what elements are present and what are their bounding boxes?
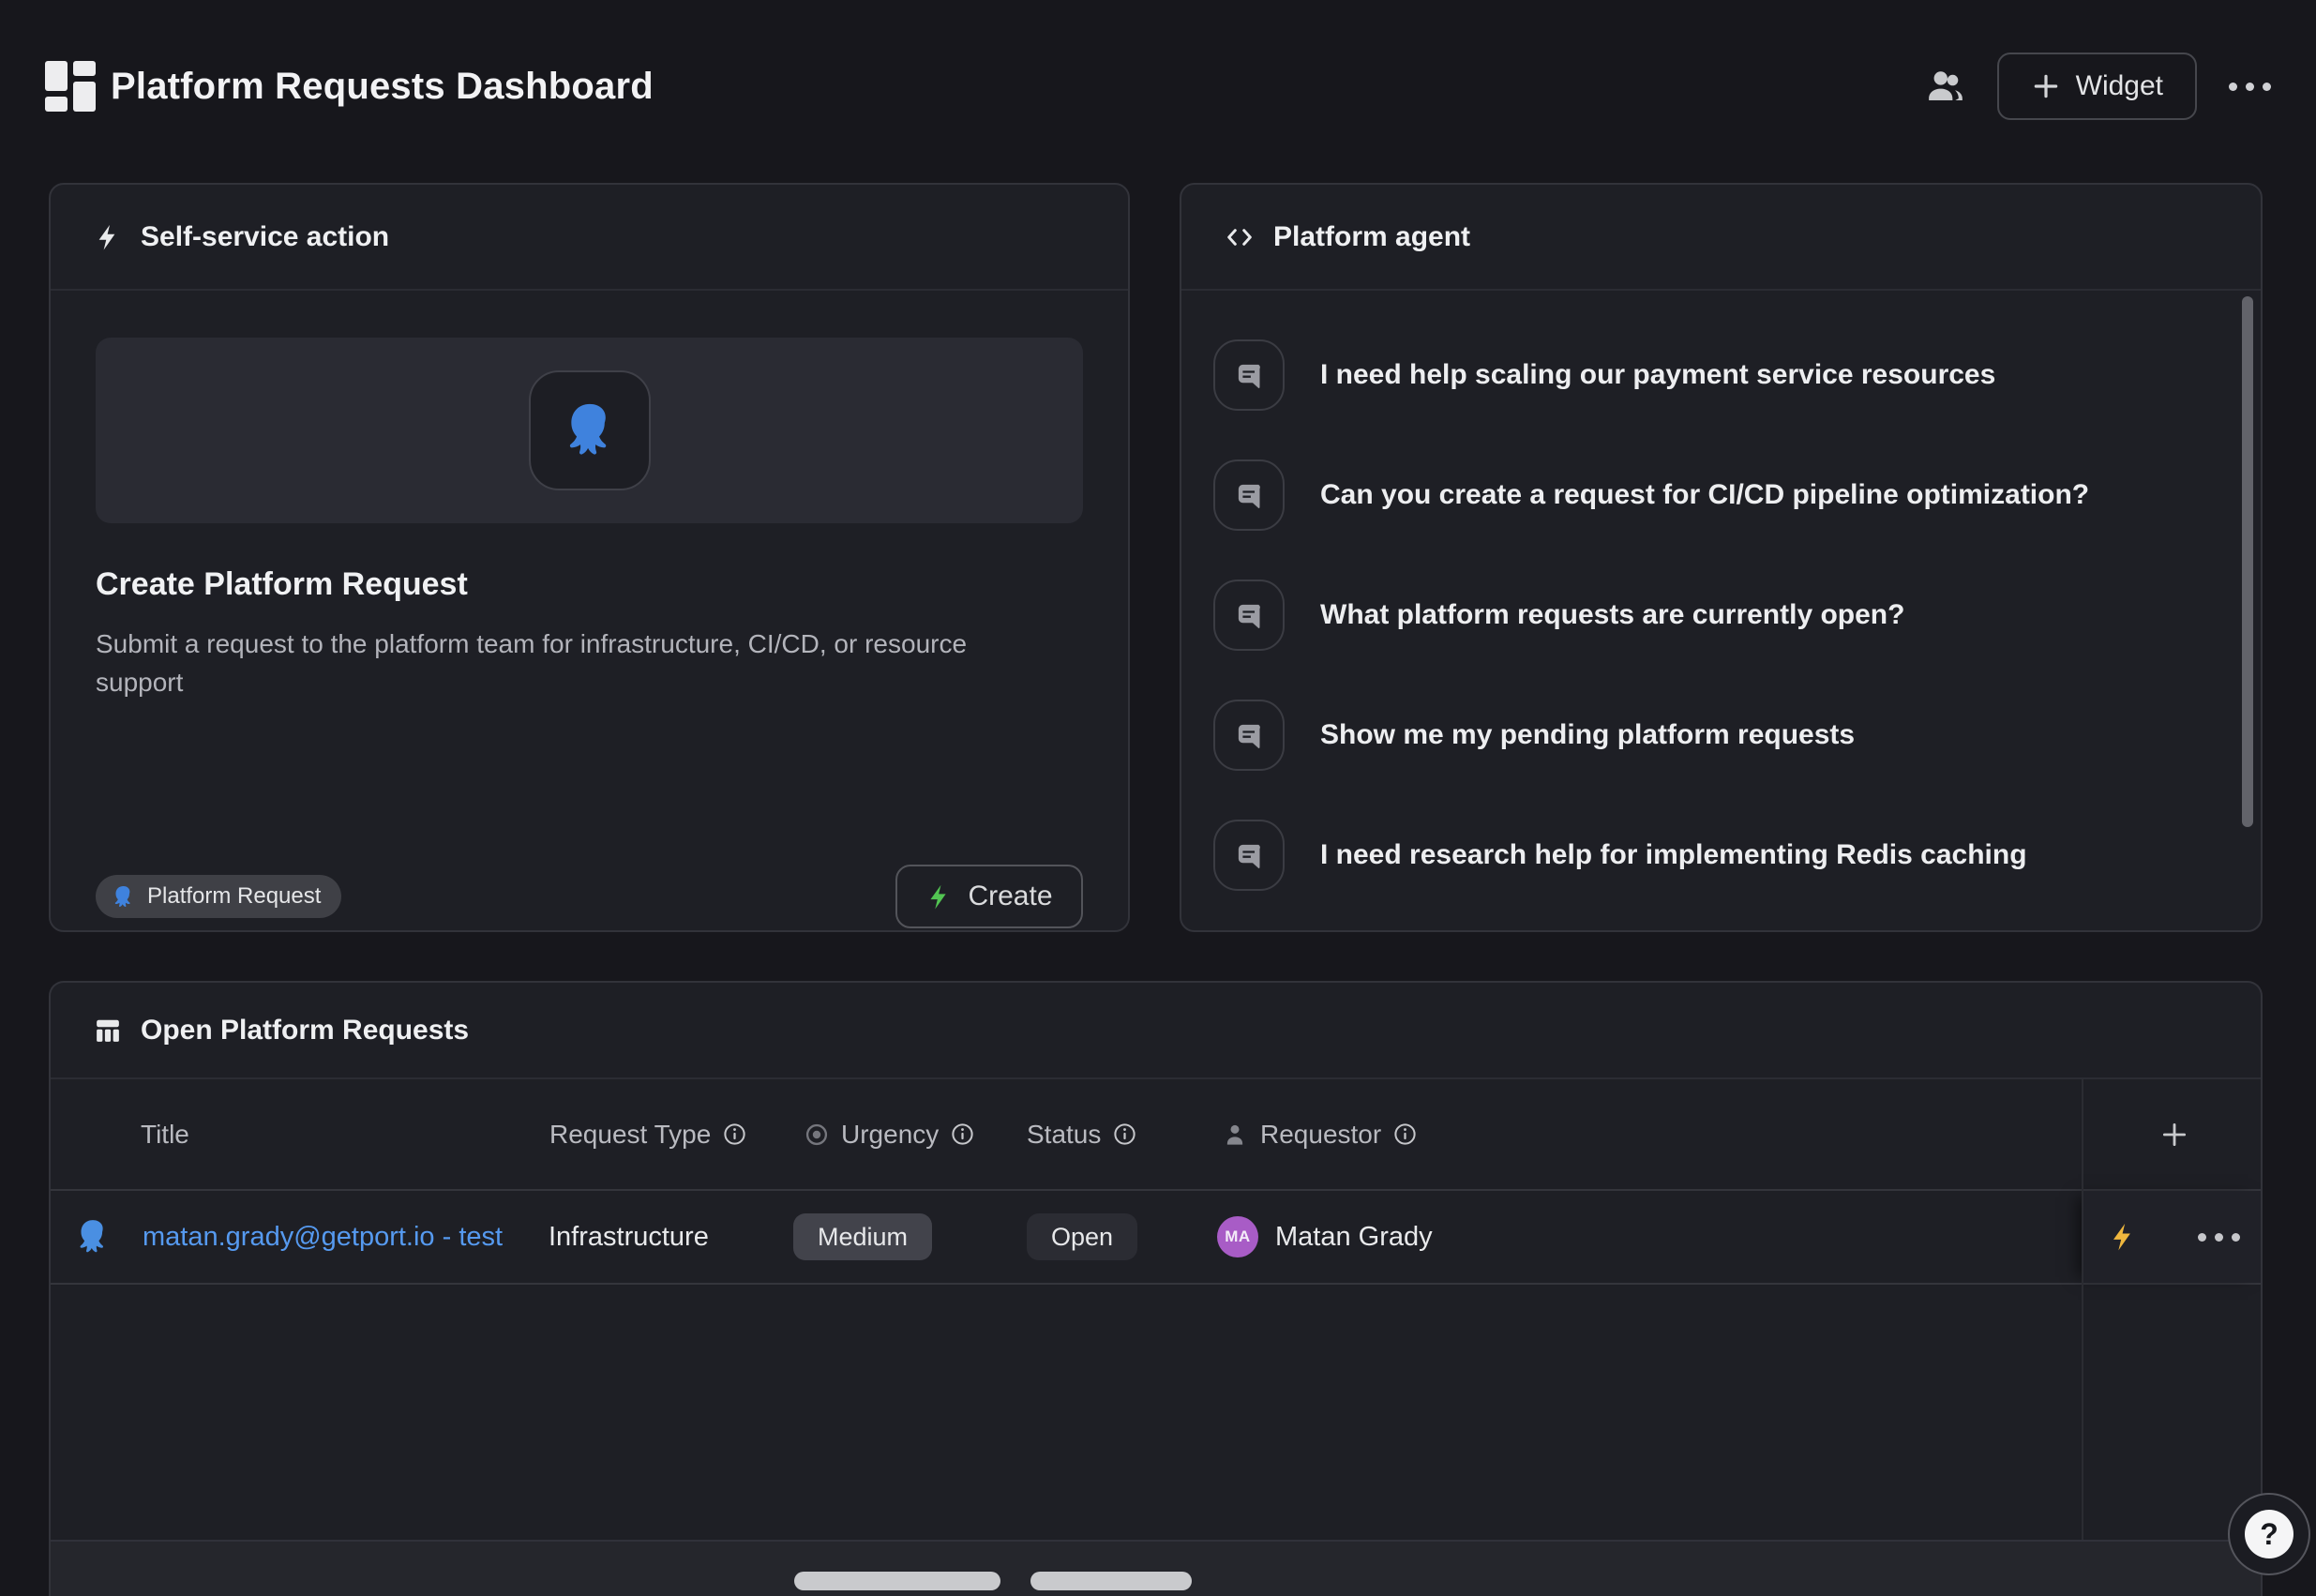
agent-scrollbar[interactable] — [2242, 296, 2253, 827]
lightning-icon — [94, 223, 122, 251]
agent-suggestion-text: What platform requests are currently ope… — [1320, 599, 1904, 631]
table-header-row: Title Request Type Urgency — [51, 1079, 2261, 1191]
self-service-action-card: Self-service action Create Platform Requ… — [49, 183, 1130, 932]
agent-suggestion-text: I need help scaling our payment service … — [1320, 359, 1995, 391]
table-icon — [94, 1016, 122, 1045]
dashboard-icon — [45, 61, 96, 112]
row-actions-cell — [2083, 1191, 2263, 1283]
column-header-urgency[interactable]: Urgency — [804, 1079, 975, 1189]
platform-agent-card-title: Platform agent — [1273, 221, 1470, 253]
column-label: Title — [141, 1120, 189, 1150]
chat-bubble-icon — [1213, 580, 1285, 651]
run-action-button[interactable] — [2108, 1222, 2138, 1252]
column-header-requestor[interactable]: Requestor — [1221, 1079, 1418, 1189]
audience-icon[interactable] — [1926, 67, 1965, 106]
dashboard-page: Platform Requests Dashboard Widget Self-… — [0, 0, 2316, 1596]
octopus-icon — [111, 884, 136, 910]
row-urgency-cell: Medium — [793, 1191, 932, 1283]
table-card-header: Open Platform Requests — [51, 983, 2261, 1079]
column-label: Status — [1027, 1120, 1101, 1150]
agent-suggestion-item[interactable]: What platform requests are currently ope… — [1213, 555, 2261, 675]
column-label: Urgency — [841, 1120, 939, 1150]
code-icon — [1225, 222, 1255, 252]
table-row[interactable]: matan.grady@getport.io - test Infrastruc… — [51, 1191, 2261, 1285]
person-icon — [1221, 1121, 1249, 1149]
chat-bubble-icon — [1213, 700, 1285, 771]
info-icon — [1112, 1122, 1137, 1147]
page-title: Platform Requests Dashboard — [111, 66, 654, 108]
chat-bubble-icon — [1213, 459, 1285, 531]
ellipsis-icon — [2198, 1233, 2240, 1242]
ellipsis-icon — [2229, 83, 2271, 91]
lightning-icon — [2108, 1222, 2138, 1252]
help-button[interactable]: ? — [2228, 1493, 2310, 1575]
action-blueprint-tile — [529, 370, 651, 490]
action-description: Submit a request to the platform team fo… — [96, 625, 1024, 701]
request-type-value: Infrastructure — [549, 1222, 709, 1253]
column-header-request-type[interactable]: Request Type — [549, 1079, 747, 1189]
row-title-cell: matan.grady@getport.io - test — [143, 1191, 503, 1283]
column-header-status[interactable]: Status — [1027, 1079, 1137, 1189]
column-label: Request Type — [549, 1120, 711, 1150]
info-icon — [950, 1122, 975, 1147]
chat-bubble-icon — [1213, 820, 1285, 891]
column-label: Requestor — [1260, 1120, 1381, 1150]
info-icon — [1392, 1122, 1418, 1147]
row-blueprint-icon-cell — [73, 1191, 113, 1283]
agent-suggestion-item[interactable]: Show me my pending platform requests — [1213, 675, 2261, 795]
agent-suggestion-item[interactable]: I need help scaling our payment service … — [1213, 315, 2261, 435]
entity-link[interactable]: matan.grady@getport.io - test — [143, 1222, 503, 1253]
octopus-icon — [73, 1217, 113, 1257]
row-request-type-cell: Infrastructure — [549, 1191, 709, 1283]
plus-icon — [2031, 71, 2061, 101]
create-button[interactable]: Create — [895, 865, 1083, 928]
row-more-menu[interactable] — [2198, 1233, 2240, 1242]
requestor-name: Matan Grady — [1275, 1222, 1433, 1253]
avatar: MA — [1217, 1216, 1258, 1257]
horizontal-scrollbar[interactable] — [794, 1572, 1000, 1590]
chat-bubble-icon — [1213, 339, 1285, 411]
agent-suggestion-item[interactable]: I need research help for implementing Re… — [1213, 795, 2261, 915]
add-column-button[interactable] — [2083, 1079, 2263, 1189]
horizontal-scrollbar[interactable] — [1030, 1572, 1192, 1590]
dashboard-more-menu[interactable] — [2229, 83, 2271, 91]
action-preview-panel — [96, 338, 1083, 523]
add-widget-label: Widget — [2076, 70, 2163, 102]
platform-agent-card: Platform agent I need help scaling our p… — [1180, 183, 2263, 932]
column-header-title[interactable]: Title — [141, 1079, 189, 1189]
plus-icon — [2158, 1119, 2190, 1151]
lightning-icon — [925, 883, 953, 911]
agent-suggestion-item[interactable]: Can you create a request for CI/CD pipel… — [1213, 435, 2261, 555]
self-service-card-title: Self-service action — [141, 221, 389, 253]
create-button-label: Create — [968, 881, 1052, 912]
header-actions: Widget — [1926, 49, 2271, 124]
radio-icon — [804, 1122, 830, 1148]
blueprint-badge-label: Platform Request — [147, 883, 321, 910]
info-icon — [722, 1122, 747, 1147]
agent-suggestion-list: I need help scaling our payment service … — [1181, 291, 2261, 930]
action-heading: Create Platform Request — [96, 566, 1083, 603]
status-badge: Open — [1027, 1213, 1137, 1260]
open-requests-table-card: Open Platform Requests Title Request Typ… — [49, 981, 2263, 1596]
self-service-card-body: Create Platform Request Submit a request… — [51, 338, 1128, 977]
row-status-cell: Open — [1027, 1191, 1137, 1283]
urgency-badge: Medium — [793, 1213, 932, 1260]
agent-suggestion-text: I need research help for implementing Re… — [1320, 839, 2027, 871]
octopus-icon — [559, 399, 621, 461]
row-requestor-cell: MA Matan Grady — [1217, 1191, 1433, 1283]
agent-suggestion-text: Can you create a request for CI/CD pipel… — [1320, 479, 2089, 511]
actions-column-divider — [2082, 1079, 2083, 1540]
question-mark-icon: ? — [2245, 1510, 2293, 1558]
self-service-card-header: Self-service action — [51, 185, 1128, 291]
table-footer — [51, 1540, 2261, 1596]
agent-suggestion-text: Show me my pending platform requests — [1320, 719, 1855, 751]
top-bar: Platform Requests Dashboard Widget — [45, 49, 2271, 124]
action-footer: Platform Request Create — [96, 865, 1083, 928]
add-widget-button[interactable]: Widget — [1997, 53, 2197, 120]
table-card-title: Open Platform Requests — [141, 1015, 469, 1046]
blueprint-badge[interactable]: Platform Request — [96, 875, 341, 918]
platform-agent-card-header: Platform agent — [1181, 185, 2261, 291]
